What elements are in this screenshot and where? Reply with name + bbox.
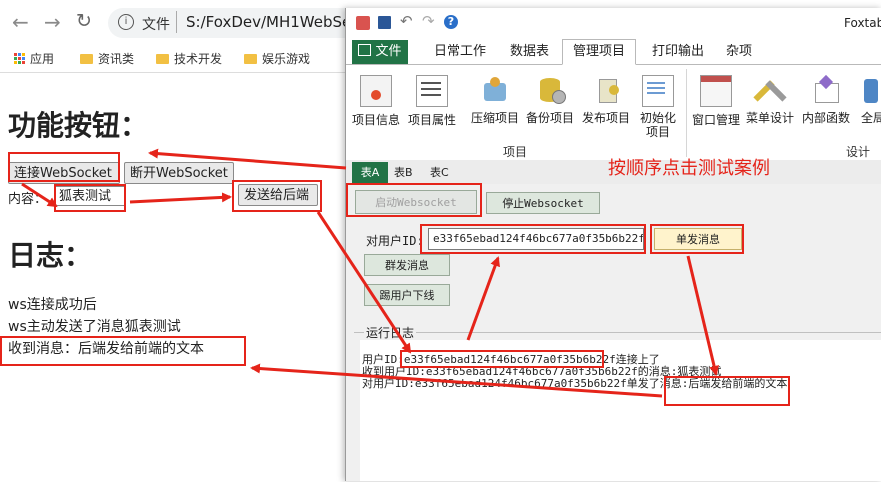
log-line: ws主动发送了消息狐表测试 [8, 319, 181, 335]
page-title: 功能按钮： [8, 109, 149, 142]
address-label: 文件 [142, 17, 170, 33]
bookmark-label: 技术开发 [174, 52, 223, 66]
highlight-start-websocket [346, 183, 482, 217]
bookmark-label: 资讯类 [98, 52, 135, 66]
functions-icon [811, 74, 841, 105]
apps-grid-icon [14, 53, 25, 64]
properties-icon [416, 75, 448, 107]
highlight-connect-button [8, 152, 120, 182]
back-arrow-icon[interactable]: ← [12, 10, 29, 34]
ribbon-item-label: 初始化 项目 [639, 111, 676, 139]
database-icon [535, 75, 566, 105]
tab-sheet-c[interactable]: 表C [430, 162, 449, 184]
highlight-content-input [54, 184, 126, 212]
highlight-received-message [0, 336, 246, 366]
compress-icon [480, 75, 510, 105]
project-info-button[interactable]: 项目信息 [350, 75, 402, 128]
tab-manage-project[interactable]: 管理项目 [562, 39, 637, 65]
certificate-icon [360, 75, 392, 107]
tab-daily-work[interactable]: 日常工作 [424, 40, 496, 64]
bookmark-label: 应用 [30, 52, 55, 66]
run-log-label: 运行日志 [364, 324, 417, 341]
tab-sheet-a[interactable]: 表A [352, 162, 388, 184]
highlight-send-button [232, 180, 322, 212]
ribbon-item-label: 项目属性 [407, 113, 456, 127]
compress-project-button[interactable]: 压缩项目 [468, 75, 522, 126]
tab-label: 文件 [375, 44, 402, 59]
ribbon-item-label: 全局 [860, 111, 881, 125]
help-icon[interactable]: ? [444, 15, 458, 29]
tab-print-output[interactable]: 打印输出 [642, 40, 714, 64]
window-icon [700, 75, 732, 107]
user-id-label: 对用户ID: [366, 234, 424, 248]
bookmark-games[interactable]: 娱乐游戏 [244, 50, 310, 67]
title-bar: ↶ ↷ ? Foxtab [346, 8, 881, 36]
ribbon-item-label: 项目信息 [351, 113, 400, 127]
backup-project-button[interactable]: 备份项目 [522, 75, 578, 126]
window-manager-button[interactable]: 窗口管理 [690, 75, 742, 128]
tools-icon [753, 75, 787, 105]
arrow-to-send [129, 192, 232, 204]
log-title: 日志： [8, 239, 93, 272]
app-icon [356, 16, 370, 30]
folder-icon [80, 53, 93, 64]
folder-icon [156, 53, 169, 64]
ribbon-item-label: 菜单设计 [745, 111, 794, 125]
folder-icon [244, 53, 257, 64]
tab-data-table[interactable]: 数据表 [500, 40, 559, 64]
highlight-log-message [664, 376, 790, 406]
info-icon[interactable]: i [118, 14, 134, 30]
global-button[interactable]: 全局 [858, 75, 881, 126]
publish-icon [591, 75, 621, 105]
ribbon-item-label: 压缩项目 [470, 111, 519, 125]
forward-arrow-icon[interactable]: → [44, 10, 61, 34]
group-separator [686, 69, 687, 157]
ribbon-panel: 项目信息 项目属性 压缩项目 备份项目 发布项目 初始化 项目 项目 窗口管理 [346, 64, 881, 162]
redo-icon[interactable]: ↷ [422, 12, 435, 30]
window-title: Foxtab [844, 16, 881, 30]
content-label: 内容： [8, 192, 48, 207]
broadcast-button[interactable]: 群发消息 [364, 254, 450, 276]
kick-user-button[interactable]: 踢用户下线 [364, 284, 450, 306]
bookmark-tech[interactable]: 技术开发 [156, 50, 222, 67]
address-path: S:/FoxDev/MH1WebSer [186, 13, 358, 31]
highlight-user-id [420, 224, 646, 254]
save-icon[interactable] [378, 16, 391, 29]
address-divider [176, 11, 177, 33]
disconnect-websocket-button[interactable]: 断开WebSocket [124, 162, 234, 184]
bookmark-news[interactable]: 资讯类 [80, 50, 134, 67]
bookmark-label: 娱乐游戏 [262, 52, 311, 66]
initialize-project-button[interactable]: 初始化 项目 [636, 75, 680, 139]
publish-project-button[interactable]: 发布项目 [578, 75, 634, 126]
design-group-label: 设计 [846, 145, 871, 159]
ribbon-item-label: 内部函数 [801, 111, 850, 125]
undo-icon[interactable]: ↶ [400, 12, 413, 30]
menu-design-button[interactable]: 菜单设计 [744, 75, 796, 126]
log-line: ws连接成功后 [8, 297, 97, 313]
bookmark-apps[interactable]: 应用 [14, 50, 54, 67]
ribbon-item-label: 发布项目 [581, 111, 630, 125]
document-icon [642, 75, 674, 107]
tab-misc[interactable]: 杂项 [716, 40, 762, 64]
ribbon-item-label: 窗口管理 [691, 113, 740, 127]
highlight-single-send [650, 224, 744, 254]
global-icon [858, 75, 881, 105]
ribbon-item-label: 备份项目 [525, 111, 574, 125]
table-icon [358, 44, 372, 56]
address-bar[interactable]: i 文件 S:/FoxDev/MH1WebSer [108, 8, 368, 38]
reload-icon[interactable]: ↻ [76, 10, 92, 32]
project-group-label: 项目 [503, 145, 528, 159]
tab-sheet-b[interactable]: 表B [394, 162, 413, 184]
tab-file[interactable]: 文件 [352, 40, 408, 64]
stop-websocket-button[interactable]: 停止Websocket [486, 192, 600, 214]
ribbon-tabs: 文件 日常工作 数据表 管理项目 打印输出 杂项 [346, 39, 881, 65]
highlight-log-user-id [400, 350, 604, 368]
annotation-text: 按顺序点击测试案例 [608, 158, 770, 179]
internal-functions-button[interactable]: 内部函数 [798, 74, 854, 126]
project-properties-button[interactable]: 项目属性 [404, 75, 460, 128]
